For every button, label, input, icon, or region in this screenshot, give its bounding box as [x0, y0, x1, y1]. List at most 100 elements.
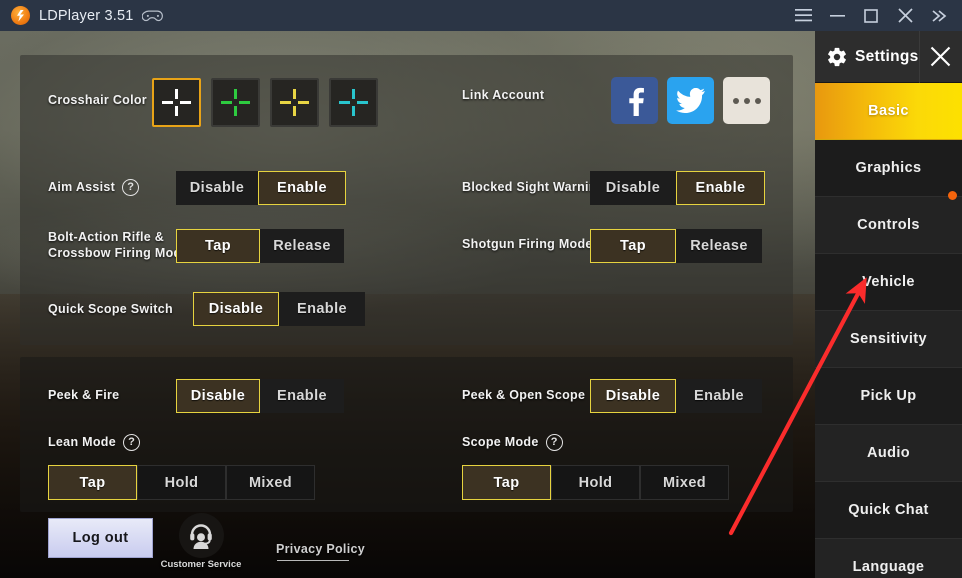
bolt-action-label-line1: Bolt-Action Rifle & [48, 230, 165, 244]
maximize-icon [864, 8, 878, 23]
bolt-action-firing-mode-row: Bolt-Action Rifle & Crossbow Firing Mode [48, 229, 189, 261]
peek-and-open-scope-toggle: Disable Enable [590, 379, 762, 413]
peek-and-fire-toggle: Disable Enable [176, 379, 344, 413]
ldplayer-logo-icon [11, 6, 30, 25]
settings-sidebar: Settings Basic Graphics Controls Vehicle [815, 30, 962, 578]
sidebar-item-language[interactable]: Language [815, 539, 962, 578]
ellipsis-icon [754, 97, 761, 104]
blocked-sight-option-disable[interactable]: Disable [590, 171, 676, 205]
more-button[interactable] [723, 77, 770, 124]
ldplayer-window: LDPlayer 3.51 Crosshair Color Link Accou… [0, 0, 962, 578]
crosshair-swatch-green[interactable] [211, 78, 260, 127]
sidebar-item-vehicle[interactable]: Vehicle [815, 254, 962, 311]
sidebar-item-label: Audio [866, 445, 911, 461]
scope-mode-row: Scope Mode ? [462, 434, 563, 451]
lean-mode-row: Lean Mode ? [48, 434, 140, 451]
sidebar-item-label: Language [852, 559, 925, 575]
scope-mode-option-mixed[interactable]: Mixed [640, 465, 729, 500]
gamepad-icon [141, 9, 164, 23]
peek-fire-option-disable[interactable]: Disable [176, 379, 260, 413]
close-icon [931, 46, 951, 67]
quick-scope-switch-toggle: Disable Enable [193, 292, 365, 326]
scope-mode-option-hold[interactable]: Hold [551, 465, 640, 500]
quick-scope-option-enable[interactable]: Enable [279, 292, 365, 326]
lean-mode-option-tap[interactable]: Tap [48, 465, 137, 500]
peek-and-fire-row: Peek & Fire [48, 388, 119, 403]
settings-close-button[interactable] [918, 30, 962, 83]
blocked-sight-warning-row: Blocked Sight Warning [462, 180, 605, 195]
peek-fire-option-enable[interactable]: Enable [260, 379, 344, 413]
scope-mode-option-tap[interactable]: Tap [462, 465, 551, 500]
customer-service-button[interactable]: Customer Service [161, 513, 241, 570]
bolt-action-option-tap[interactable]: Tap [176, 229, 260, 263]
peek-scope-option-disable[interactable]: Disable [590, 379, 676, 413]
twitter-icon [676, 88, 705, 113]
customer-service-label: Customer Service [160, 559, 242, 570]
window-title: LDPlayer 3.51 [39, 7, 134, 24]
sidebar-item-quick-chat[interactable]: Quick Chat [815, 482, 962, 539]
sidebar-item-label: Controls [857, 217, 920, 233]
scope-mode-toggle: Tap Hold Mixed [462, 465, 729, 500]
blocked-sight-option-enable[interactable]: Enable [676, 171, 765, 205]
sidebar-item-audio[interactable]: Audio [815, 425, 962, 482]
aim-assist-option-enable[interactable]: Enable [258, 171, 346, 205]
privacy-policy-link[interactable]: Privacy Policy [276, 542, 365, 561]
gear-icon [826, 46, 848, 68]
expand-button[interactable] [922, 0, 956, 31]
close-icon [897, 8, 913, 23]
crosshair-swatch-white[interactable] [152, 78, 201, 127]
help-icon[interactable]: ? [122, 434, 140, 451]
blocked-sight-warning-label: Blocked Sight Warning [462, 180, 605, 194]
twitter-button[interactable] [667, 77, 714, 124]
facebook-button[interactable] [611, 77, 658, 124]
sidebar-item-controls[interactable]: Controls [815, 191, 962, 254]
crosshair-swatch-yellow[interactable] [270, 78, 319, 127]
crosshair-color-row: Crosshair Color [48, 93, 153, 108]
aim-assist-option-disable[interactable]: Disable [176, 171, 258, 205]
close-button[interactable] [888, 0, 922, 31]
help-icon[interactable]: ? [545, 434, 563, 451]
crosshair-color-swatches [152, 78, 378, 127]
notification-badge-dot [948, 191, 957, 200]
lean-mode-option-mixed[interactable]: Mixed [226, 465, 315, 500]
sidebar-item-label: Vehicle [862, 274, 915, 290]
help-icon[interactable]: ? [122, 179, 140, 196]
peek-and-open-scope-label: Peek & Open Scope [462, 388, 586, 402]
lean-mode-label: Lean Mode [48, 435, 116, 449]
sidebar-item-basic[interactable]: Basic [815, 83, 962, 140]
settings-sidebar-header: Settings [815, 30, 962, 83]
peek-and-fire-label: Peek & Fire [48, 388, 120, 402]
minimize-button[interactable] [820, 0, 854, 31]
blocked-sight-warning-toggle: Disable Enable [590, 171, 765, 205]
minimize-icon [829, 15, 845, 17]
aim-assist-row: Aim Assist ? [48, 179, 140, 196]
crosshair-color-label: Crosshair Color [48, 93, 147, 107]
bolt-action-option-release[interactable]: Release [260, 229, 344, 263]
sidebar-item-label: Pick Up [860, 388, 917, 404]
shotgun-option-release[interactable]: Release [676, 229, 762, 263]
lean-mode-option-hold[interactable]: Hold [137, 465, 226, 500]
sidebar-item-sensitivity[interactable]: Sensitivity [815, 311, 962, 368]
crosshair-swatch-cyan[interactable] [329, 78, 378, 127]
menu-button[interactable] [786, 0, 820, 31]
settings-menu: Basic Graphics Controls Vehicle Sensitiv… [815, 83, 962, 578]
peek-scope-option-enable[interactable]: Enable [676, 379, 762, 413]
peek-and-open-scope-row: Peek & Open Scope [462, 388, 585, 403]
logout-button[interactable]: Log out [48, 518, 153, 558]
link-account-row: Link Account [462, 88, 544, 103]
sidebar-item-label: Sensitivity [850, 331, 927, 347]
shotgun-option-tap[interactable]: Tap [590, 229, 676, 263]
sidebar-item-graphics[interactable]: Graphics [815, 140, 962, 197]
facebook-icon [628, 87, 644, 116]
ellipsis-icon [732, 97, 739, 104]
shotgun-firing-mode-row: Shotgun Firing Mode [462, 237, 593, 252]
maximize-button[interactable] [854, 0, 888, 31]
bolt-action-label-line2: Crossbow Firing Mode [48, 246, 189, 260]
shotgun-firing-mode-toggle: Tap Release [590, 229, 762, 263]
aim-assist-label: Aim Assist [48, 180, 116, 194]
sidebar-item-pick-up[interactable]: Pick Up [815, 368, 962, 425]
quick-scope-option-disable[interactable]: Disable [193, 292, 279, 326]
shotgun-firing-mode-label: Shotgun Firing Mode [462, 237, 593, 251]
bolt-action-toggle: Tap Release [176, 229, 344, 263]
double-chevron-right-icon [932, 9, 947, 22]
